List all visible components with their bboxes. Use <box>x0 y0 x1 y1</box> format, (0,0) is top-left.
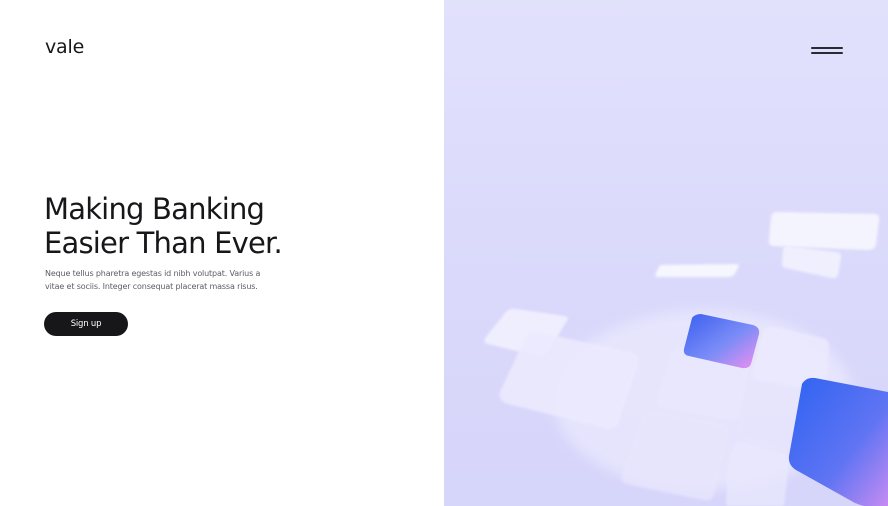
sign-up-button[interactable]: Sign up <box>44 312 128 336</box>
floating-card <box>655 264 739 277</box>
accent-card <box>788 377 888 506</box>
hero-section: vale Making Banking Easier Than Ever. Ne… <box>0 0 444 506</box>
description-line-1: Neque tellus pharetra egestas id nibh vo… <box>45 269 261 278</box>
brand-logo[interactable]: vale <box>45 36 84 58</box>
floating-cards-illustration <box>484 212 888 506</box>
description-line-2: vitae et sociis. Integer consequat place… <box>45 281 258 291</box>
headline-line-1: Making Banking <box>44 192 265 226</box>
hero-headline: Making Banking Easier Than Ever. <box>44 192 283 260</box>
floating-card <box>781 246 842 279</box>
hero-illustration-panel <box>444 0 888 506</box>
hero-description: Neque tellus pharetra egestas id nibh vo… <box>45 268 285 293</box>
headline-line-2: Easier Than Ever. <box>44 226 283 260</box>
floating-card <box>768 212 880 250</box>
